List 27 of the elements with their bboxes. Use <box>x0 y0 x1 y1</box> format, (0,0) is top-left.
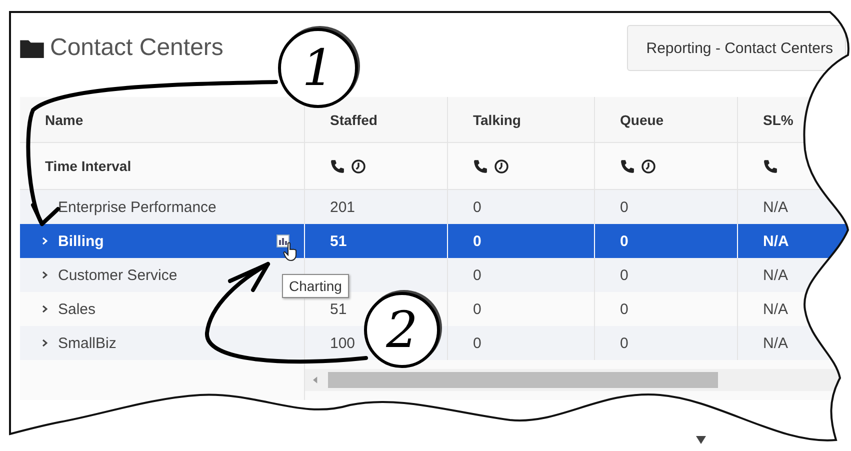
table-cell: 51 <box>330 232 347 250</box>
row-name: Sales <box>58 300 96 318</box>
table-cell: 201 <box>330 198 356 216</box>
tooltip: Charting <box>282 274 349 298</box>
table-cell: 0 <box>620 232 628 250</box>
table-cell: 0 <box>473 300 482 318</box>
table-cell: 0 <box>473 266 482 284</box>
row-name: Customer Service <box>58 266 178 284</box>
table-cell: 0 <box>473 198 482 216</box>
table-cell: 0 <box>473 334 482 352</box>
row-name: Enterprise Performance <box>58 198 216 216</box>
table-cell: 0 <box>620 266 628 284</box>
table-cell: N/A <box>763 334 788 352</box>
table-cell: N/A <box>763 266 788 284</box>
page-title: Contact Centers <box>50 34 224 62</box>
table-cell: N/A <box>763 300 788 318</box>
table-cell: 51 <box>330 300 347 318</box>
row-name: SmallBiz <box>58 334 116 352</box>
table-cell: 0 <box>620 300 628 318</box>
table-cell: 0 <box>473 232 482 250</box>
table-cell: N/A <box>763 232 789 250</box>
row-label: Time Interval <box>45 158 132 174</box>
row-name: Billing <box>58 232 104 250</box>
table-cell: N/A <box>763 198 788 216</box>
table-cell: 0 <box>620 334 628 352</box>
table-cell: 100 <box>330 334 356 352</box>
table-cell: 0 <box>620 198 628 216</box>
